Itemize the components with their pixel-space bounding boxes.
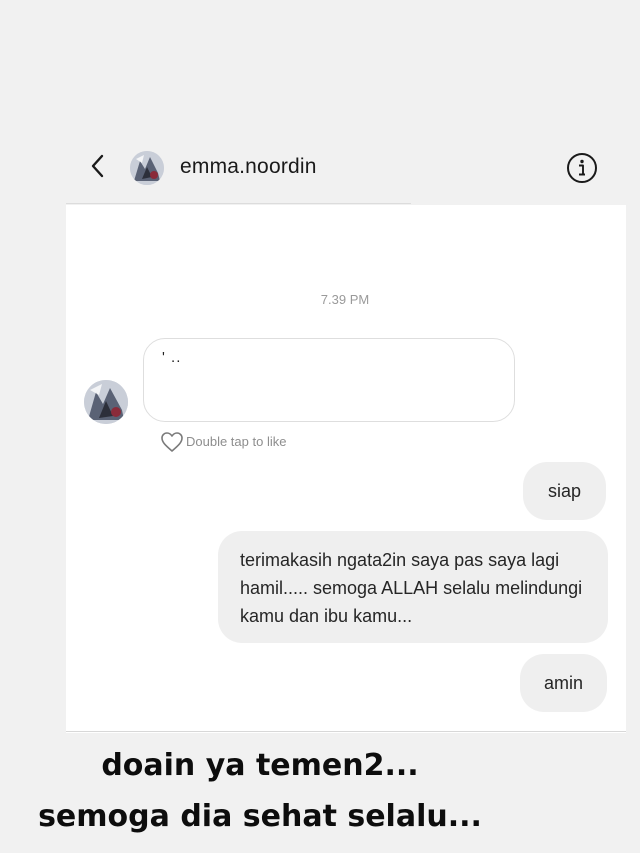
header-divider [66,203,411,204]
avatar[interactable] [130,151,164,185]
heart-icon[interactable] [160,431,184,453]
outgoing-message-text: siap [547,481,582,501]
sender-avatar[interactable] [84,380,128,424]
incoming-message-bubble[interactable]: ' .. [143,338,515,422]
chevron-left-icon[interactable] [86,152,110,180]
info-circle-icon[interactable] [566,152,598,184]
like-hint-text: Double tap to like [186,434,287,449]
incoming-message-text: ' .. [162,349,182,366]
message-timestamp: 7.39 PM [320,292,370,307]
caption-line-2: semoga dia sehat selalu... [38,799,482,834]
outgoing-message-bubble[interactable]: terimakasih ngata2in saya pas saya lagi … [218,531,608,643]
chat-header: emma.noordin [0,130,640,204]
outgoing-message-bubble[interactable]: siap [523,462,606,520]
outgoing-message-bubble[interactable]: amin [520,654,607,712]
username[interactable]: emma.noordin [180,155,317,179]
outgoing-message-text: amin [543,673,583,693]
caption-line-1: doain ya temen2... [101,748,419,783]
thread-divider [66,731,626,732]
outgoing-message-text: terimakasih ngata2in saya pas saya lagi … [240,550,583,626]
sender-avatar-image [84,380,128,424]
avatar-image [130,151,164,185]
